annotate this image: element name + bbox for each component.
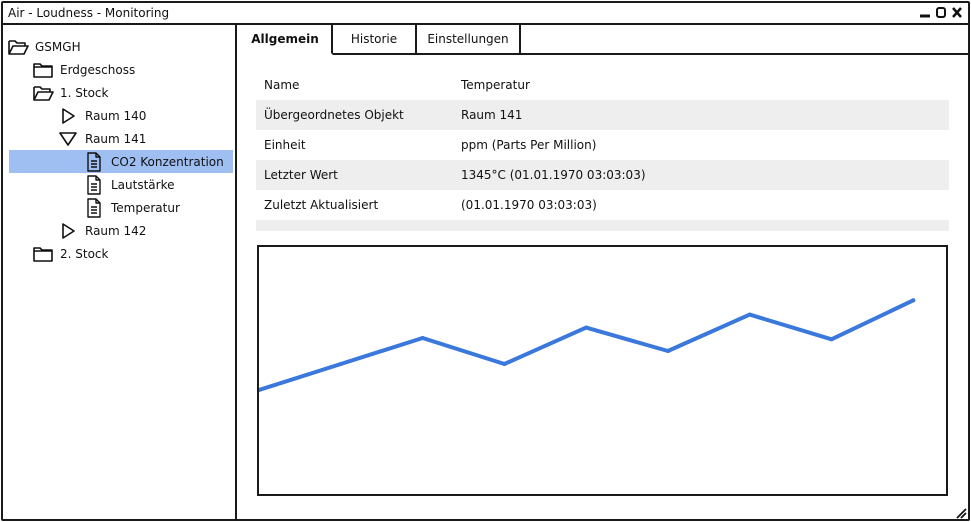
tree-item-2-stock[interactable]: 2. Stock [32,242,108,265]
tree-item-erdgeschoss[interactable]: Erdgeschoss [32,58,135,81]
tab-label: Historie [350,32,398,46]
property-value: ppm (Parts Per Million) [461,138,597,152]
tree-item-label: Raum 141 [85,131,147,146]
triangle-right-icon[interactable] [57,221,79,241]
document-icon [83,197,105,218]
triangle-down-icon[interactable] [57,129,79,149]
tree-item-raum-141[interactable]: Raum 141 [57,127,146,150]
data-point [584,325,589,330]
folder-icon [32,60,54,80]
tree-item-label: CO2 Konzentration [111,154,224,169]
property-label: Übergeordnetes Objekt [264,108,404,122]
tree-item-label: Erdgeschoss [60,62,136,77]
folder-icon [32,244,54,264]
property-row-last-updated: Zuletzt Aktualisiert (01.01.1970 03:03:0… [256,190,949,220]
tree-item-gsmgh[interactable]: GSMGH [7,35,81,58]
properties-table: Name Temperatur Übergeordnetes Objekt Ra… [256,70,949,231]
folder-open-icon [32,83,54,103]
tab-bar: Allgemein Historie Einstellungen [239,25,968,55]
window-title: Air - Loudness - Monitoring [8,6,170,20]
property-value: Raum 141 [461,108,523,122]
property-row-name: Name Temperatur [256,70,949,100]
property-row-unit: Einheit ppm (Parts Per Million) [256,130,949,160]
tree-item-1-stock[interactable]: 1. Stock [32,81,108,104]
window-controls [918,5,964,21]
maximize-icon[interactable] [934,5,948,21]
resize-grip-icon[interactable] [955,507,967,519]
tree-item-label: GSMGH [35,39,81,54]
data-point [502,362,507,366]
property-value: 1345°C (01.01.1970 03:03:03) [461,168,646,182]
tab-label: Allgemein [251,32,319,46]
chart-canvas [257,298,916,392]
property-row-parent: Übergeordnetes Objekt Raum 141 [256,100,949,130]
data-point [829,337,834,342]
folder-open-icon [7,37,29,57]
property-label: Zuletzt Aktualisiert [264,198,379,212]
tree-item-label: Raum 140 [85,108,147,123]
data-point [665,349,670,353]
property-value: Temperatur [461,78,530,92]
document-icon [83,151,105,172]
title-bar: Air - Loudness - Monitoring [3,3,968,25]
tree-item-co2-konzentration[interactable]: CO2 Konzentration [9,150,233,173]
minimize-icon[interactable] [918,5,932,21]
property-row-last-value: Letzter Wert 1345°C (01.01.1970 03:03:03… [256,160,949,190]
tab-einstellungen[interactable]: Einstellungen [417,25,521,53]
tab-allgemein[interactable]: Allgemein [239,25,333,55]
tree-item-label: Lautstärke [111,177,175,192]
tree-item-lautstaerke[interactable]: Lautstärke [83,173,175,196]
tree-sidebar: GSMGH Erdgeschoss 1. Stock Raum 140 Raum… [3,25,237,519]
property-label: Letzter Wert [264,168,338,182]
tree-item-label: Raum 142 [85,223,147,238]
data-point [420,336,425,340]
property-label: Name [264,78,300,92]
table-footer-strip [256,220,949,231]
history-chart [257,245,948,496]
tree-item-temperatur[interactable]: Temperatur [83,196,180,219]
tree-item-raum-140[interactable]: Raum 140 [57,104,146,127]
tree-item-label: Temperatur [111,200,180,215]
triangle-right-icon[interactable] [57,106,79,126]
property-label: Einheit [264,138,306,152]
tab-label: Einstellungen [427,32,509,46]
data-point [338,362,343,366]
tree-item-label: 2. Stock [60,246,109,261]
tab-historie[interactable]: Historie [333,25,417,53]
data-point [747,312,752,317]
document-icon [83,174,105,195]
series-line [257,298,916,392]
close-icon[interactable] [950,5,964,21]
data-point [911,298,916,303]
property-value: (01.01.1970 03:03:03) [461,198,597,212]
tree-item-label: 1. Stock [60,85,109,100]
tree-item-raum-142[interactable]: Raum 142 [57,219,146,242]
